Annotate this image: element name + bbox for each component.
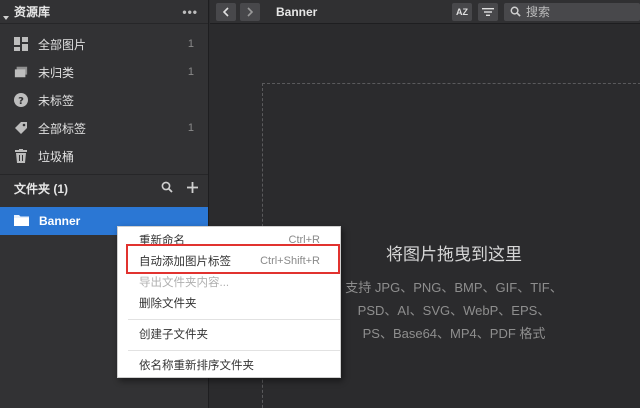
tag-icon [14,121,28,135]
page-title: Banner [276,4,318,19]
sidebar-item-label: 垃圾桶 [38,149,75,164]
add-folder-icon[interactable] [187,181,198,196]
trash-icon [14,149,28,163]
menu-item-label: 删除文件夹 [139,298,197,310]
search-input[interactable] [526,4,626,19]
item-count: 1 [187,66,194,78]
sort-button[interactable]: AZ [452,2,472,21]
sidebar-item-all-images[interactable]: 全部图片 1 [0,30,208,58]
app-window: 资源库 ••• 全部图片 1 未归类 1 ? 未标签 全部标签 1 垃圾桶 文件… [0,0,640,408]
toolbar: Banner AZ [210,0,640,24]
search-box[interactable] [504,2,640,21]
menu-item-export: 导出文件夹内容... [118,271,340,293]
menu-divider [128,319,340,320]
item-count: 1 [187,38,194,50]
sidebar-item-untagged[interactable]: ? 未标签 [0,86,208,114]
item-count: 1 [187,122,194,134]
search-icon [510,6,521,17]
caret-down-icon[interactable] [3,16,9,20]
question-icon: ? [14,93,28,107]
menu-item-label: 依名称重新排序文件夹 [139,360,254,372]
chevron-left-icon [222,6,229,17]
folders-title: 文件夹 (1) [14,182,69,196]
folders-header: 文件夹 (1) [0,174,208,202]
forward-button[interactable] [240,2,260,21]
library-header[interactable]: 资源库 ••• [0,0,208,24]
sidebar-item-label: 全部标签 [38,121,87,136]
menu-divider [128,350,340,351]
library-title: 资源库 [14,5,51,19]
sidebar-item-trash[interactable]: 垃圾桶 [0,142,208,170]
grid-icon [14,37,28,51]
sidebar-item-label: 全部图片 [38,37,87,52]
search-icon[interactable] [161,181,173,196]
more-icon[interactable]: ••• [182,5,198,19]
folder-label: Banner [39,214,81,228]
menu-item-sort-by-name[interactable]: 依名称重新排序文件夹 [118,354,340,376]
highlight-box [126,244,340,274]
folder-icon [14,214,29,229]
menu-item-label: 创建子文件夹 [139,329,208,341]
sidebar-item-all-tags[interactable]: 全部标签 1 [0,114,208,142]
sidebar-item-label: 未标签 [38,93,75,108]
filter-icon [482,7,494,16]
unsorted-icon [14,65,28,79]
sidebar-item-label: 未归类 [38,65,75,80]
menu-item-label: 导出文件夹内容... [139,277,230,289]
sidebar-item-unsorted[interactable]: 未归类 1 [0,58,208,86]
menu-item-create-subfolder[interactable]: 创建子文件夹 [118,323,340,345]
chevron-right-icon [247,6,254,17]
filter-button[interactable] [478,2,498,21]
svg-text:?: ? [18,96,24,107]
menu-item-delete-folder[interactable]: 删除文件夹 [118,292,340,314]
back-button[interactable] [216,2,236,21]
